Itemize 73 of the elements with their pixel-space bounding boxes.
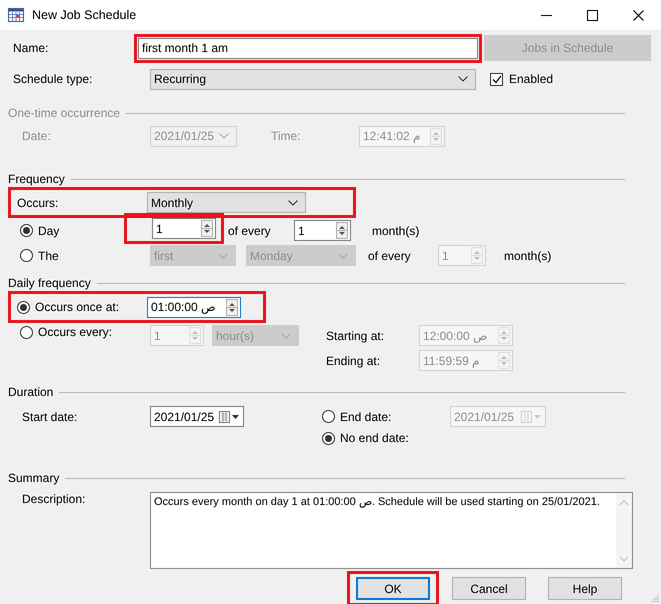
field-label: Time: — [271, 129, 302, 143]
chevron-icon — [338, 252, 348, 258]
field-label: of every — [228, 224, 272, 238]
calendar-dropdown-icon — [521, 410, 543, 422]
radio-button[interactable] — [17, 300, 30, 314]
field-label: month(s) — [504, 248, 552, 262]
field-label: Description: — [22, 492, 86, 506]
radio-button[interactable] — [322, 410, 335, 423]
section-title: Frequency — [8, 172, 66, 186]
description-box: Occurs every month on day 1 at 01:00:00 ص. Schedule will be used starting on 25/01/2021. — [150, 492, 633, 569]
field-label: Date: — [22, 129, 52, 143]
day-spinner[interactable]: 1 — [152, 218, 216, 239]
start-time-spinner[interactable]: 12:00:00 ص — [419, 325, 513, 346]
schedule-type-dropdown[interactable]: Recurring — [150, 68, 476, 90]
dialog-button[interactable]: OK — [356, 577, 430, 600]
weekday-dropdown[interactable]: Monday — [246, 245, 356, 266]
occurs-dropdown[interactable]: Monthly — [147, 192, 306, 213]
chevron-icon — [218, 252, 228, 258]
radio-label: No end date: — [340, 431, 409, 445]
dialog-button[interactable]: Help — [548, 577, 622, 600]
radio-button[interactable] — [20, 326, 33, 338]
interval-spinner[interactable]: 1 — [150, 325, 204, 346]
calendar-icon — [8, 8, 24, 22]
spin-arrows-icon — [430, 128, 442, 144]
dialog-button[interactable]: Cancel — [452, 577, 526, 600]
spin-arrows-icon — [189, 327, 201, 344]
window-title: New Job Schedule — [32, 8, 136, 22]
end-time-spinner[interactable]: 11:59:59 م — [419, 350, 513, 371]
field-label: Ending at: — [326, 354, 382, 368]
spin-arrows-icon — [471, 247, 483, 264]
radio-label: Occurs once at: — [35, 300, 120, 314]
field-label: Name: — [13, 41, 50, 55]
spin-arrows-icon — [226, 298, 238, 316]
section-title: Daily frequency — [8, 276, 92, 290]
section-title: Duration — [8, 385, 54, 399]
radio-label: End date: — [340, 410, 392, 424]
chevron-icon — [288, 200, 298, 206]
radio-label: Day — [38, 224, 60, 238]
field-label: Start date: — [22, 410, 78, 424]
field-label: of every — [368, 248, 412, 262]
field-label: Schedule type: — [13, 72, 94, 86]
month-interval-spinner[interactable]: 1 — [294, 220, 351, 241]
check-icon — [492, 74, 502, 84]
spin-arrows-icon — [498, 352, 510, 369]
end-date-picker[interactable]: 2021/01/25 — [450, 406, 546, 427]
field-label: Starting at: — [326, 328, 386, 342]
radio-label: Occurs every: — [38, 325, 112, 339]
resize-grip-icon — [651, 594, 659, 602]
chevron-icon — [219, 133, 229, 139]
chevron-icon — [458, 76, 468, 82]
radio-button[interactable] — [322, 432, 335, 444]
radio-button[interactable] — [20, 249, 33, 262]
calendar-dropdown-icon — [219, 410, 241, 422]
name-field[interactable]: first month 1 am — [138, 38, 478, 58]
checkbox[interactable] — [490, 72, 503, 86]
close-icon[interactable] — [632, 10, 644, 20]
spin-arrows-icon — [336, 222, 348, 239]
radio-button[interactable] — [20, 224, 33, 237]
month-interval-spinner[interactable]: 1 — [438, 245, 486, 266]
time-spinner[interactable]: 01:00:00 ص — [147, 296, 241, 318]
ordinal-dropdown[interactable]: first — [150, 245, 236, 266]
maximize-icon[interactable] — [586, 10, 598, 20]
chevron-icon — [281, 332, 291, 338]
field-label: month(s) — [372, 224, 420, 238]
spin-arrows-icon — [498, 327, 510, 344]
start-date-picker[interactable]: 2021/01/25 — [150, 406, 244, 427]
field-label: Occurs: — [17, 196, 60, 210]
interval-unit-dropdown[interactable]: hour(s) — [212, 325, 299, 346]
radio-label: The — [38, 248, 59, 262]
spin-arrows-icon — [201, 220, 213, 237]
section-title: Summary — [8, 471, 60, 485]
checkbox-label: Enabled — [509, 72, 554, 86]
section-title: One-time occurrence — [8, 106, 122, 120]
